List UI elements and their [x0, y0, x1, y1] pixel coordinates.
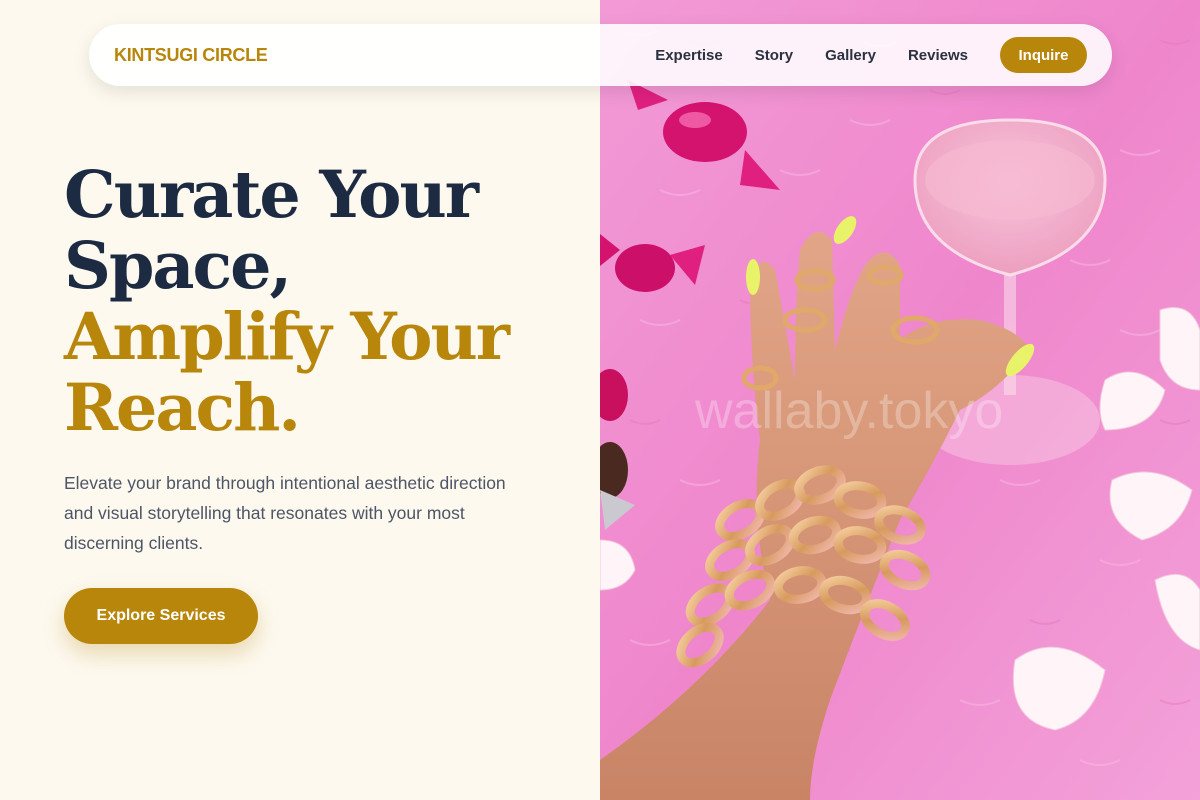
nav-links: Expertise Story Gallery Reviews Inquire	[655, 37, 1087, 73]
nav-link-story[interactable]: Story	[755, 47, 793, 64]
inquire-button[interactable]: Inquire	[1000, 37, 1087, 73]
headline-line-2: Space,	[64, 228, 292, 304]
nav-link-gallery[interactable]: Gallery	[825, 47, 876, 64]
explore-services-button[interactable]: Explore Services	[64, 588, 258, 644]
hero-headline: Curate Your Space, Amplify Your Reach.	[64, 160, 584, 444]
hero-photo: wallaby.tokyo	[600, 0, 1200, 800]
nav-link-expertise[interactable]: Expertise	[655, 47, 723, 64]
headline-line-1: Curate Your	[64, 157, 479, 233]
photo-watermark: wallaby.tokyo	[694, 382, 1003, 440]
top-navbar: KINTSUGI CIRCLE Expertise Story Gallery …	[89, 24, 1112, 86]
brand-logo[interactable]: KINTSUGI CIRCLE	[114, 45, 268, 66]
headline-accent-line-1: Amplify Your	[64, 299, 510, 375]
headline-accent-line-2: Reach.	[64, 370, 301, 446]
hero-subcopy: Elevate your brand through intentional a…	[64, 473, 506, 553]
nav-link-reviews[interactable]: Reviews	[908, 47, 968, 64]
